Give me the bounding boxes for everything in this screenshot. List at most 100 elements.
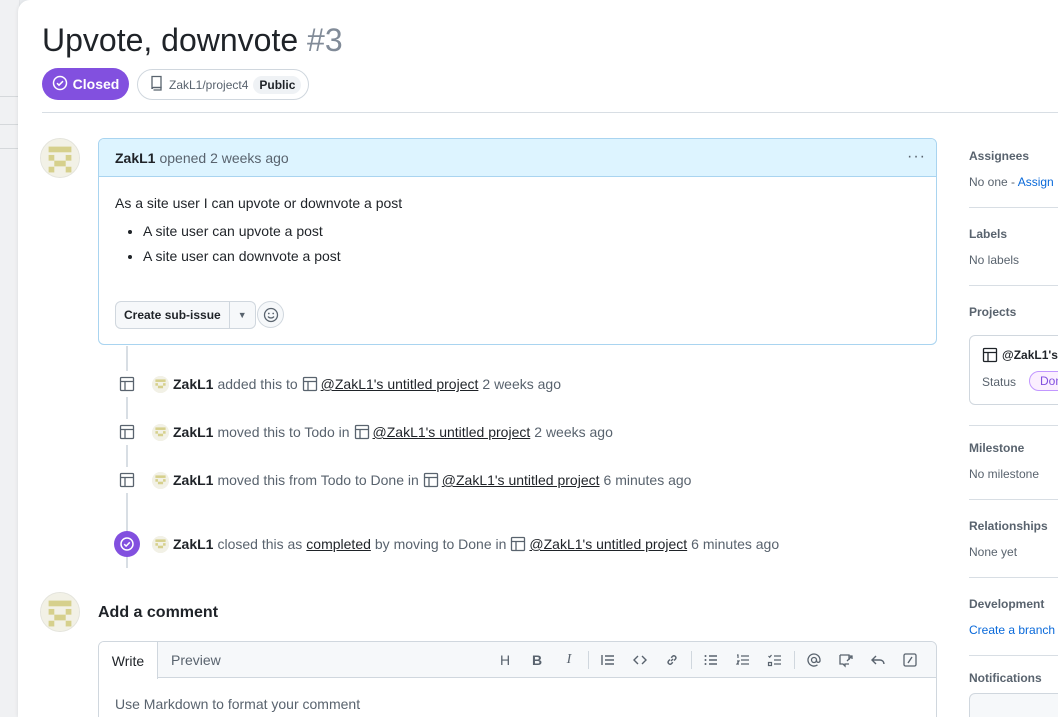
avatar[interactable] [152,535,169,553]
relationships-title[interactable]: Relationships [969,519,1058,533]
create-branch-link[interactable]: Create a branch f [969,623,1058,637]
avatar[interactable] [152,375,169,393]
project-link[interactable]: @ZakL1's untitled project [529,536,687,552]
milestone-value: No milestone [969,467,1040,481]
sidebar-divider [969,499,1058,500]
smiley-icon[interactable] [257,301,284,328]
mention-icon[interactable] [798,650,830,670]
chevron-down-icon[interactable]: ▼ [229,301,256,329]
event-actor[interactable]: ZakL1 [173,424,213,440]
project-table-icon [982,347,998,363]
project-link[interactable]: @ZakL1's untitled project [321,376,479,392]
task-list-icon[interactable] [759,650,791,670]
milestone-title[interactable]: Milestone [969,441,1058,455]
code-icon[interactable] [624,650,656,670]
comment-timestamp[interactable]: opened 2 weeks ago [159,150,288,166]
comment-textarea[interactable]: Use Markdown to format your comment [99,678,936,717]
project-table-icon [114,467,140,493]
italic-icon[interactable]: I [553,650,585,670]
project-table-icon [302,376,318,392]
quote-icon[interactable] [592,650,624,670]
event-text: moved this from Todo to Done in [217,472,419,488]
event-actor[interactable]: ZakL1 [173,472,213,488]
event-actor[interactable]: ZakL1 [173,376,213,392]
completed-link[interactable]: completed [306,536,371,552]
comment-list: A site user can upvote a post A site use… [115,223,920,264]
add-comment-title: Add a comment [98,604,219,621]
visibility-badge: Public [253,75,302,94]
assignees-section: Assignees No one - Assign [969,149,1058,189]
slash-command-icon[interactable] [894,650,926,670]
event-actor[interactable]: ZakL1 [173,536,213,552]
project-card[interactable]: @ZakL1's u Status Don [969,335,1058,405]
assignees-text: No one - [969,175,1018,189]
create-subissue-button[interactable]: Create sub-issue [115,301,230,329]
development-value: Create a branch f [969,623,1058,637]
event-text: moved this to Todo in [217,424,350,440]
event-text: by moving to Done in [374,536,507,552]
event-time[interactable]: 6 minutes ago [604,472,692,488]
toolbar-divider [691,651,692,669]
development-section: Development Create a branch f [969,597,1058,637]
repo-icon [150,75,164,94]
comment-editor: Write Preview H B I Use Markdown to form… [98,641,937,717]
project-link[interactable]: @ZakL1's untitled project [442,472,600,488]
reference-icon[interactable] [830,650,862,670]
project-name-text[interactable]: @ZakL1's u [1002,348,1058,362]
event-time[interactable]: 2 weeks ago [482,376,561,392]
bold-icon[interactable]: B [521,650,553,670]
tab-write[interactable]: Write [99,642,158,679]
avatar[interactable] [40,592,80,632]
repo-name[interactable]: ZakL1/project4 [169,78,248,92]
sidebar-divider [969,425,1058,426]
sidebar-divider [969,207,1058,208]
event-time[interactable]: 6 minutes ago [691,536,779,552]
comment-body: As a site user I can upvote or downvote … [99,177,936,264]
projects-title[interactable]: Projects [969,305,1058,319]
more-options-icon[interactable]: ··· [907,148,926,166]
event-text: closed this as [217,536,303,552]
notifications-section: Notifications [969,671,1058,685]
event-text: added this to [217,376,298,392]
bulleted-list-icon[interactable] [695,650,727,670]
project-table-icon [354,424,370,440]
project-table-icon [114,419,140,445]
sidebar-divider [969,655,1058,656]
avatar[interactable] [152,471,169,489]
project-table-icon [114,371,140,397]
notifications-title: Notifications [969,671,1042,685]
reply-icon[interactable] [862,650,894,670]
editor-tabs: Write Preview H B I [99,642,936,679]
issue-title: Upvote, downvote #3 [42,22,343,59]
project-table-icon [510,536,526,552]
project-name[interactable]: @ZakL1's u [982,347,1058,363]
repo-chip[interactable]: ZakL1/project4 Public [137,69,309,100]
numbered-list-icon[interactable] [727,650,759,670]
heading-icon[interactable]: H [489,650,521,670]
avatar[interactable] [40,138,80,178]
create-subissue-group: Create sub-issue ▼ [115,301,256,329]
tab-preview[interactable]: Preview [171,642,221,678]
comment-author[interactable]: ZakL1 [115,150,155,166]
toolbar-divider [794,651,795,669]
issue-number: #3 [307,22,343,58]
project-link[interactable]: @ZakL1's untitled project [373,424,531,440]
avatar[interactable] [152,423,169,441]
check-circle-icon [52,75,68,94]
assignees-title[interactable]: Assignees [969,149,1058,163]
project-status-badge[interactable]: Don [1029,371,1058,391]
subscribe-button[interactable] [969,693,1058,717]
development-title[interactable]: Development [969,597,1058,611]
assign-yourself-link[interactable]: Assign [1018,175,1054,189]
event-time[interactable]: 2 weeks ago [534,424,613,440]
labels-title[interactable]: Labels [969,227,1058,241]
timeline-event: ZakL1 added this to @ZakL1's untitled pr… [114,371,561,397]
link-icon[interactable] [656,650,688,670]
milestone-section: Milestone No milestone [969,441,1058,481]
labels-section: Labels No labels [969,227,1058,267]
markdown-toolbar: H B I [489,650,926,670]
check-circle-icon [114,531,140,557]
comment-header: ZakL1 opened 2 weeks ago ··· [99,139,936,177]
project-table-icon [423,472,439,488]
timeline-event: ZakL1 moved this from Todo to Done in @Z… [114,467,691,493]
